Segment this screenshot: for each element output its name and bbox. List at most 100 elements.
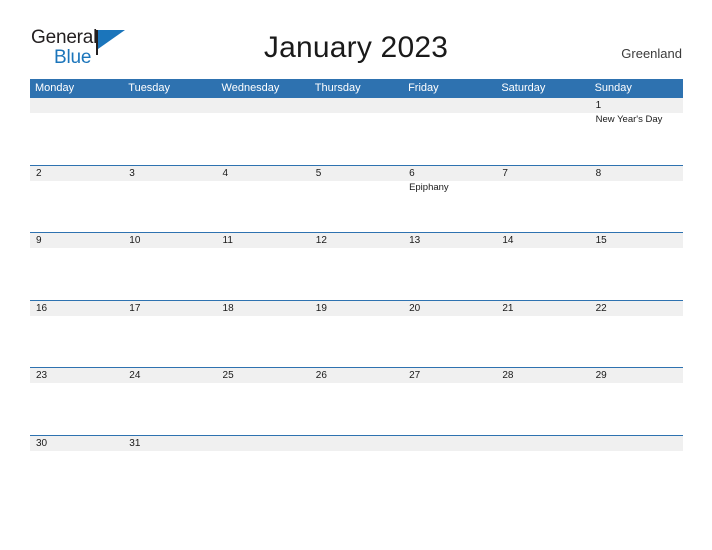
day-event	[590, 248, 683, 299]
day-number[interactable]: 10	[123, 233, 216, 248]
day-event	[217, 113, 310, 164]
calendar-page: General Blue January 2023 Greenland Mond…	[0, 0, 712, 550]
day-event	[496, 383, 589, 434]
week-event-strip	[30, 383, 683, 434]
day-number[interactable]	[403, 98, 496, 113]
day-event	[590, 383, 683, 434]
day-event	[123, 248, 216, 299]
day-event	[590, 181, 683, 232]
day-number[interactable]: 1	[590, 98, 683, 113]
day-number[interactable]: 31	[123, 436, 216, 451]
weekday-tuesday: Tuesday	[128, 82, 171, 94]
day-event	[123, 383, 216, 434]
day-number[interactable]: 2	[30, 166, 123, 181]
day-event	[496, 181, 589, 232]
day-number[interactable]: 15	[590, 233, 683, 248]
day-number[interactable]: 19	[310, 301, 403, 316]
day-number[interactable]: 16	[30, 301, 123, 316]
day-number[interactable]	[217, 98, 310, 113]
day-event	[217, 181, 310, 232]
day-number[interactable]: 23	[30, 368, 123, 383]
week-event-strip	[30, 450, 683, 502]
day-event	[123, 451, 216, 502]
day-event	[496, 451, 589, 502]
week-date-strip: 9 10 11 12 13 14 15	[30, 233, 683, 248]
day-number[interactable]: 28	[496, 368, 589, 383]
week-date-strip: 23 24 25 26 27 28 29	[30, 368, 683, 383]
day-event	[310, 451, 403, 502]
weekday-monday: Monday	[35, 82, 75, 94]
day-event	[217, 316, 310, 367]
country-label: Greenland	[621, 46, 682, 61]
day-number[interactable]	[217, 436, 310, 451]
day-event	[30, 248, 123, 299]
day-number[interactable]: 6	[403, 166, 496, 181]
day-number[interactable]	[496, 436, 589, 451]
day-number[interactable]: 9	[30, 233, 123, 248]
calendar-grid: Monday Tuesday Wednesday Thursday Friday…	[30, 79, 683, 502]
day-number[interactable]	[123, 98, 216, 113]
day-number[interactable]: 13	[403, 233, 496, 248]
day-number[interactable]: 25	[217, 368, 310, 383]
day-event	[403, 113, 496, 164]
day-number[interactable]: 12	[310, 233, 403, 248]
weekday-sunday: Sunday	[594, 82, 632, 94]
week-date-strip: 16 17 18 19 20 21 22	[30, 300, 683, 316]
day-event	[310, 113, 403, 164]
weekday-friday: Friday	[408, 82, 439, 94]
day-number[interactable]: 27	[403, 368, 496, 383]
day-number[interactable]	[310, 436, 403, 451]
day-number[interactable]: 30	[30, 436, 123, 451]
day-event	[217, 451, 310, 502]
day-event	[403, 248, 496, 299]
day-number[interactable]: 14	[496, 233, 589, 248]
week-row: 1 New Year's Day	[30, 97, 683, 165]
day-event	[217, 248, 310, 299]
day-event	[30, 451, 123, 502]
day-number[interactable]: 24	[123, 368, 216, 383]
day-number[interactable]	[590, 436, 683, 451]
day-number[interactable]	[496, 98, 589, 113]
weekday-header-row: Monday Tuesday Wednesday Thursday Friday…	[30, 79, 683, 97]
day-number[interactable]	[30, 98, 123, 113]
day-number[interactable]: 17	[123, 301, 216, 316]
week-row: 2 3 4 5 6 7 8 Epiphany	[30, 164, 683, 233]
day-event	[123, 113, 216, 164]
day-number[interactable]: 22	[590, 301, 683, 316]
day-event	[30, 113, 123, 164]
weekday-thursday: Thursday	[314, 82, 361, 94]
day-event	[496, 113, 589, 164]
day-event	[217, 383, 310, 434]
day-number[interactable]: 5	[310, 166, 403, 181]
day-number[interactable]	[403, 436, 496, 451]
day-event	[590, 316, 683, 367]
day-number[interactable]: 18	[217, 301, 310, 316]
day-number[interactable]: 11	[217, 233, 310, 248]
day-event	[310, 181, 403, 232]
day-number[interactable]: 26	[310, 368, 403, 383]
day-event	[30, 383, 123, 434]
day-event	[310, 316, 403, 367]
day-event: New Year's Day	[595, 114, 663, 125]
day-event	[403, 316, 496, 367]
day-number[interactable]: 4	[217, 166, 310, 181]
weekday-saturday: Saturday	[501, 82, 546, 94]
day-event	[30, 316, 123, 367]
week-date-strip: 30 31	[30, 435, 683, 451]
day-event	[310, 248, 403, 299]
day-number[interactable]: 21	[496, 301, 589, 316]
day-number[interactable]: 7	[496, 166, 589, 181]
week-event-strip: New Year's Day	[30, 113, 683, 164]
page-header: General Blue January 2023 Greenland	[0, 0, 712, 78]
day-event	[590, 451, 683, 502]
day-number[interactable]: 29	[590, 368, 683, 383]
day-event	[123, 181, 216, 232]
week-event-strip	[30, 248, 683, 299]
day-number[interactable]: 8	[590, 166, 683, 181]
day-event	[30, 181, 123, 232]
day-number[interactable]: 20	[403, 301, 496, 316]
day-event: Epiphany	[409, 181, 449, 193]
week-row: 9 10 11 12 13 14 15	[30, 232, 683, 300]
day-number[interactable]: 3	[123, 166, 216, 181]
day-number[interactable]	[310, 98, 403, 113]
